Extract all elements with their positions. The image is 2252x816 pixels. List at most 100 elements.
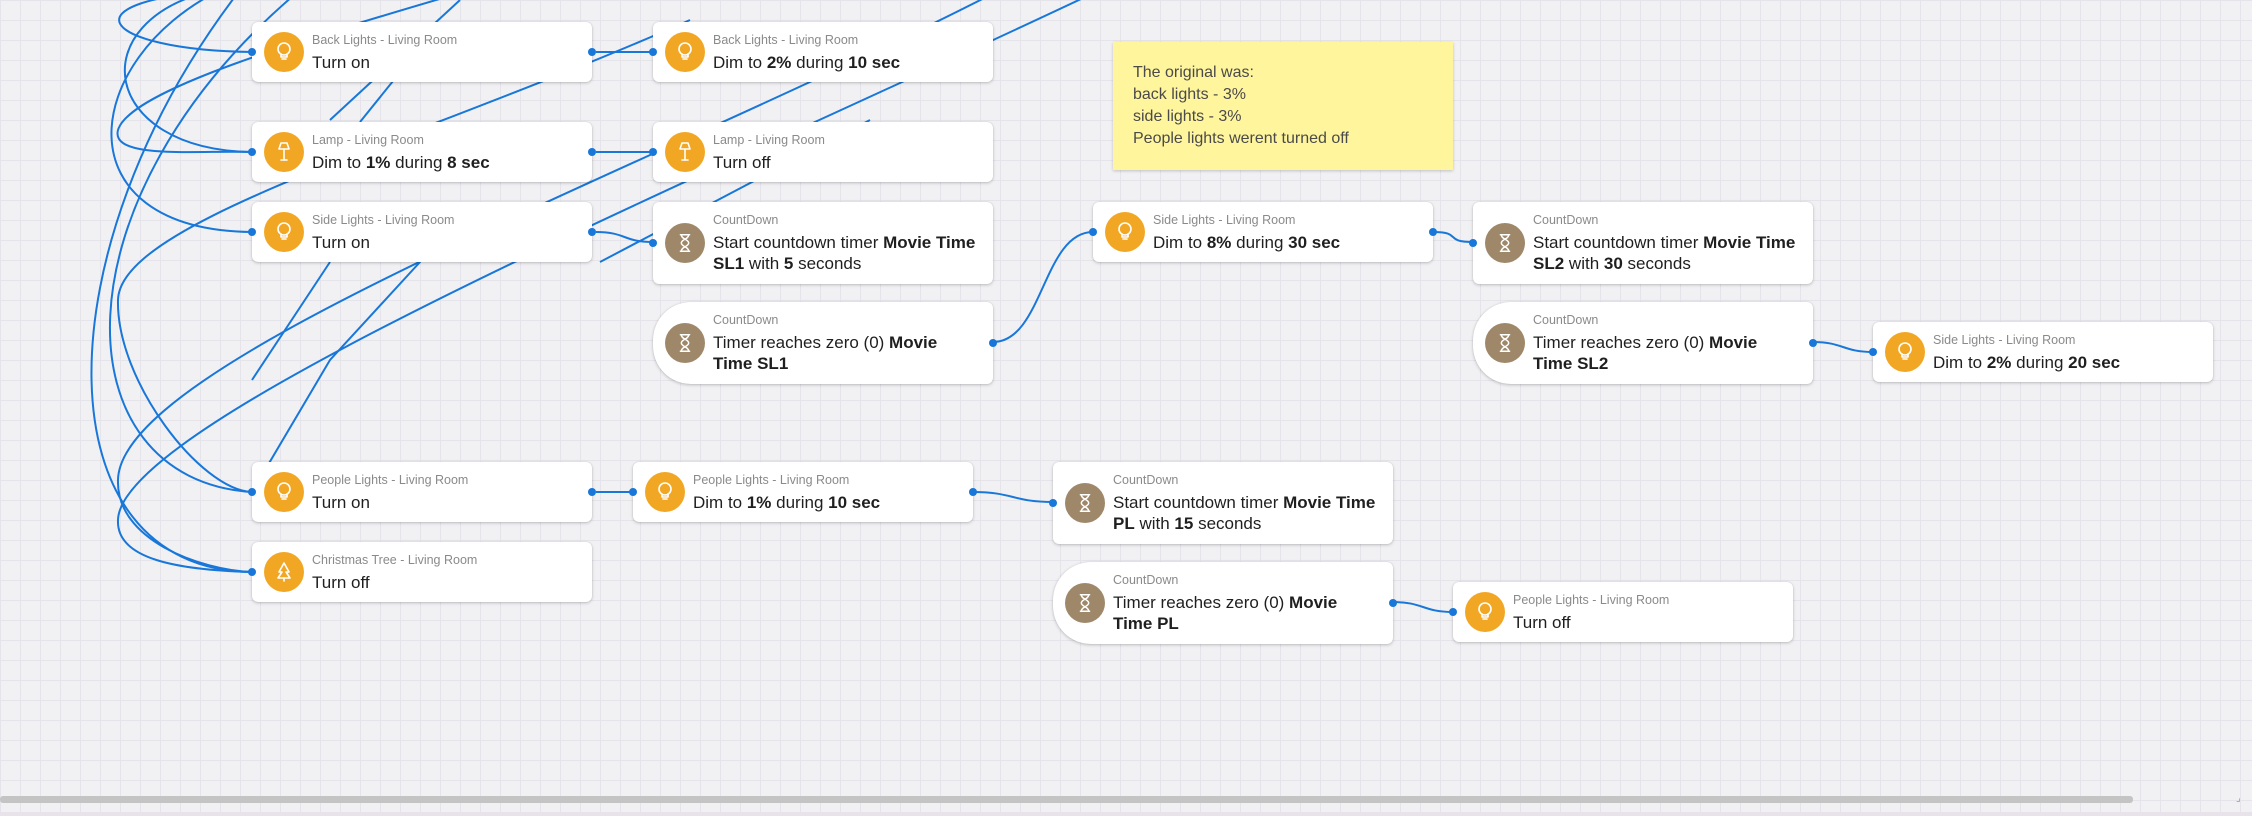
connection-wire — [992, 231, 1094, 343]
connection-wire — [595, 231, 654, 243]
card-action-text: Turn off — [312, 573, 370, 592]
flow-card-countdown-sl2-start[interactable]: CountDown Start countdown timer Movie Ti… — [1469, 202, 1813, 284]
input-port[interactable] — [649, 239, 657, 247]
flow-card-side-on[interactable]: Side Lights - Living Room Turn on — [248, 202, 596, 262]
output-port[interactable] — [1429, 228, 1437, 236]
card-action-text: Timer reaches zero (0) Movie Time SL1 — [713, 333, 938, 373]
hourglass-icon — [665, 323, 705, 363]
output-port[interactable] — [588, 228, 596, 236]
card-action-text: Dim to 1% during 8 sec — [312, 153, 490, 172]
flow-card-side-dim2[interactable]: Side Lights - Living Room Dim to 2% duri… — [1869, 322, 2213, 382]
card-action-text: Start countdown timer Movie Time SL1 wit… — [713, 233, 976, 273]
light-bulb-icon — [1885, 332, 1925, 372]
input-port[interactable] — [1869, 348, 1877, 356]
flow-card-side-dim8[interactable]: Side Lights - Living Room Dim to 8% duri… — [1089, 202, 1437, 262]
bottom-border — [0, 812, 2252, 816]
card-caption: Lamp - Living Room — [312, 133, 424, 147]
light-bulb-icon — [1105, 212, 1145, 252]
connection-wire — [1432, 231, 1474, 243]
note-line: back lights - 3% — [1133, 86, 1246, 103]
light-bulb-icon — [665, 32, 705, 72]
card-caption: CountDown — [1533, 213, 1599, 227]
input-port[interactable] — [1089, 228, 1097, 236]
flow-card-people-dim[interactable]: People Lights - Living Room Dim to 1% du… — [629, 462, 977, 522]
input-port[interactable] — [248, 568, 256, 576]
card-caption: People Lights - Living Room — [312, 473, 469, 487]
flow-card-countdown-pl-start[interactable]: CountDown Start countdown timer Movie Ti… — [1049, 462, 1393, 544]
flow-card-lamp-off[interactable]: Lamp - Living Room Turn off — [649, 122, 993, 182]
scrollbar-thumb[interactable] — [0, 796, 2133, 803]
input-port[interactable] — [248, 228, 256, 236]
input-port[interactable] — [1449, 608, 1457, 616]
hourglass-icon — [1065, 583, 1105, 623]
output-port[interactable] — [1389, 599, 1397, 607]
note-line: People lights werent turned off — [1133, 130, 1349, 147]
card-action-text: Turn off — [713, 153, 771, 172]
card-caption: Back Lights - Living Room — [713, 33, 859, 47]
flow-card-back-dim[interactable]: Back Lights - Living Room Dim to 2% duri… — [649, 22, 993, 82]
card-action-text: Dim to 1% during 10 sec — [693, 493, 881, 512]
connection-wire — [1812, 341, 1874, 353]
note-line: side lights - 3% — [1133, 108, 1242, 125]
christmas-tree-icon — [264, 552, 304, 592]
input-port[interactable] — [629, 488, 637, 496]
card-action-text: Turn on — [312, 233, 370, 252]
connection-wire — [251, 261, 421, 493]
card-action-text: Turn on — [312, 53, 370, 72]
flow-card-countdown-sl2-zero[interactable]: CountDown Timer reaches zero (0) Movie T… — [1473, 302, 1817, 384]
flow-card-people-on[interactable]: People Lights - Living Room Turn on — [248, 462, 596, 522]
flow-card-countdown-sl1-zero[interactable]: CountDown Timer reaches zero (0) Movie T… — [653, 302, 997, 384]
input-port[interactable] — [1469, 239, 1477, 247]
flow-card-countdown-sl1-start[interactable]: CountDown Start countdown timer Movie Ti… — [649, 202, 993, 284]
card-caption: People Lights - Living Room — [1513, 593, 1670, 607]
card-action-text: Dim to 2% during 10 sec — [713, 53, 901, 72]
light-bulb-icon — [645, 472, 685, 512]
card-caption: CountDown — [1113, 573, 1179, 587]
flow-card-xmas-off[interactable]: Christmas Tree - Living Room Turn off — [248, 542, 592, 602]
flow-card-countdown-pl-zero[interactable]: CountDown Timer reaches zero (0) Movie T… — [1053, 562, 1397, 644]
card-action-text: Start countdown timer Movie Time PL with… — [1113, 493, 1376, 533]
light-bulb-icon — [264, 32, 304, 72]
flow-card-people-off[interactable]: People Lights - Living Room Turn off — [1449, 582, 1793, 642]
card-caption: CountDown — [713, 313, 779, 327]
light-bulb-icon — [264, 472, 304, 512]
card-caption: Side Lights - Living Room — [1153, 213, 1296, 227]
output-port[interactable] — [969, 488, 977, 496]
input-port[interactable] — [248, 148, 256, 156]
card-caption: Side Lights - Living Room — [1933, 333, 2076, 347]
note-line: The original was: — [1133, 64, 1254, 81]
card-action-text: Dim to 2% during 20 sec — [1933, 353, 2121, 372]
output-port[interactable] — [1809, 339, 1817, 347]
card-action-text: Turn off — [1513, 613, 1571, 632]
output-port[interactable] — [588, 488, 596, 496]
card-caption: Side Lights - Living Room — [312, 213, 455, 227]
sticky-note[interactable]: The original was: back lights - 3% side … — [1113, 42, 1453, 170]
input-port[interactable] — [248, 48, 256, 56]
output-port[interactable] — [989, 339, 997, 347]
card-action-text: Start countdown timer Movie Time SL2 wit… — [1533, 233, 1796, 273]
input-port[interactable] — [1049, 499, 1057, 507]
card-caption: CountDown — [713, 213, 779, 227]
connection-wire — [124, 0, 253, 153]
connection-wire — [251, 261, 331, 381]
light-bulb-icon — [1465, 592, 1505, 632]
input-port[interactable] — [248, 488, 256, 496]
card-action-text: Timer reaches zero (0) Movie Time PL — [1113, 593, 1338, 633]
flow-card-lamp-dim[interactable]: Lamp - Living Room Dim to 1% during 8 se… — [248, 122, 596, 182]
card-action-text: Timer reaches zero (0) Movie Time SL2 — [1533, 333, 1758, 373]
connection-wire — [1392, 601, 1454, 613]
input-port[interactable] — [649, 48, 657, 56]
floor-lamp-icon — [665, 132, 705, 172]
connection-wire — [110, 0, 253, 233]
card-caption: People Lights - Living Room — [693, 473, 850, 487]
flow-card-back-on[interactable]: Back Lights - Living Room Turn on — [248, 22, 596, 82]
hourglass-icon — [1485, 223, 1525, 263]
output-port[interactable] — [588, 148, 596, 156]
hourglass-icon — [1065, 483, 1105, 523]
floor-lamp-icon — [264, 132, 304, 172]
resize-grip-icon[interactable]: ⌟ — [2236, 794, 2246, 804]
card-caption: Lamp - Living Room — [713, 133, 825, 147]
input-port[interactable] — [649, 148, 657, 156]
output-port[interactable] — [588, 48, 596, 56]
connection-wire — [118, 0, 253, 53]
